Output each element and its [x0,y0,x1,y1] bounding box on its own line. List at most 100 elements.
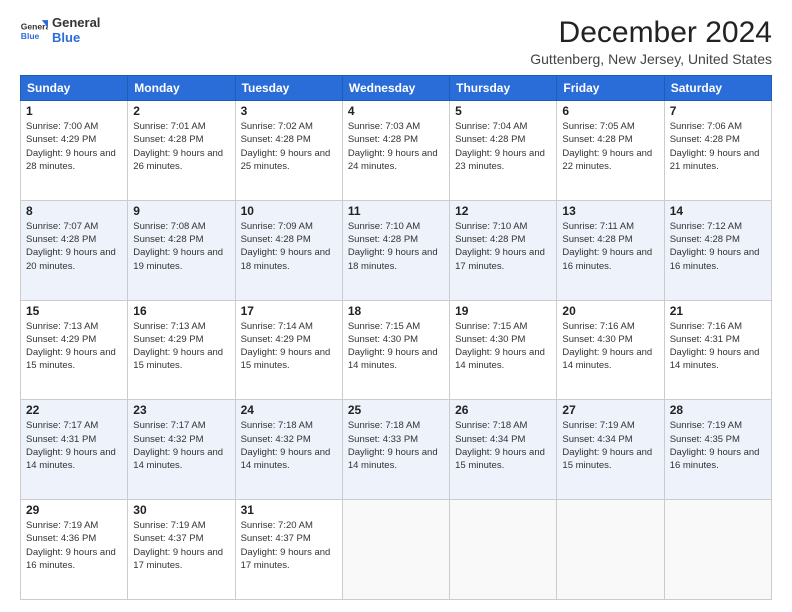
calendar-cell: 11Sunrise: 7:10 AMSunset: 4:28 PMDayligh… [342,200,449,300]
calendar-cell: 17Sunrise: 7:14 AMSunset: 4:29 PMDayligh… [235,300,342,400]
day-info: Sunrise: 7:20 AMSunset: 4:37 PMDaylight:… [241,519,337,572]
day-info: Sunrise: 7:17 AMSunset: 4:32 PMDaylight:… [133,419,229,472]
day-number: 1 [26,104,122,118]
calendar-header-row: SundayMondayTuesdayWednesdayThursdayFrid… [21,76,772,101]
calendar-week-1: 1 Sunrise: 7:00 AMSunset: 4:29 PMDaylight… [21,101,772,201]
page-title: December 2024 [530,16,772,49]
calendar-cell: 28 Sunrise: 7:19 AMSunset: 4:35 PMDayligh… [664,400,771,500]
day-number: 30 [133,503,229,517]
calendar-cell: 30 Sunrise: 7:19 AMSunset: 4:37 PMDayligh… [128,500,235,600]
day-number: 15 [26,304,122,318]
day-number: 31 [241,503,337,517]
day-number: 10 [241,204,337,218]
calendar-cell: 26 Sunrise: 7:18 AMSunset: 4:34 PMDayligh… [450,400,557,500]
day-info: Sunrise: 7:18 AMSunset: 4:34 PMDaylight:… [455,419,551,472]
day-number: 24 [241,403,337,417]
calendar-table: SundayMondayTuesdayWednesdayThursdayFrid… [20,75,772,600]
day-info: Sunrise: 7:05 AMSunset: 4:28 PMDaylight:… [562,120,658,173]
page-subtitle: Guttenberg, New Jersey, United States [530,51,772,67]
day-info: Sunrise: 7:18 AMSunset: 4:32 PMDaylight:… [241,419,337,472]
day-number: 12 [455,204,551,218]
day-info: Sunrise: 7:11 AMSunset: 4:28 PMDaylight:… [562,220,658,273]
logo-general: General [52,16,100,31]
calendar-cell: 31 Sunrise: 7:20 AMSunset: 4:37 PMDayligh… [235,500,342,600]
day-info: Sunrise: 7:09 AMSunset: 4:28 PMDaylight:… [241,220,337,273]
day-number: 23 [133,403,229,417]
day-info: Sunrise: 7:03 AMSunset: 4:28 PMDaylight:… [348,120,444,173]
title-block: December 2024 Guttenberg, New Jersey, Un… [530,16,772,67]
calendar-week-4: 22Sunrise: 7:17 AMSunset: 4:31 PMDayligh… [21,400,772,500]
calendar-cell: 24 Sunrise: 7:18 AMSunset: 4:32 PMDayligh… [235,400,342,500]
calendar-week-5: 29 Sunrise: 7:19 AMSunset: 4:36 PMDayligh… [21,500,772,600]
weekday-header-sunday: Sunday [21,76,128,101]
header: General Blue General Blue December 2024 … [20,16,772,67]
calendar-cell: 27Sunrise: 7:19 AMSunset: 4:34 PMDayligh… [557,400,664,500]
day-info: Sunrise: 7:04 AMSunset: 4:28 PMDaylight:… [455,120,551,173]
day-info: Sunrise: 7:06 AMSunset: 4:28 PMDaylight:… [670,120,766,173]
calendar-cell: 5Sunrise: 7:04 AMSunset: 4:28 PMDaylight… [450,101,557,201]
day-info: Sunrise: 7:14 AMSunset: 4:29 PMDaylight:… [241,320,337,373]
calendar-cell: 7Sunrise: 7:06 AMSunset: 4:28 PMDaylight… [664,101,771,201]
day-info: Sunrise: 7:01 AMSunset: 4:28 PMDaylight:… [133,120,229,173]
calendar-cell: 6 Sunrise: 7:05 AMSunset: 4:28 PMDaylight… [557,101,664,201]
logo-icon: General Blue [20,17,48,45]
day-number: 26 [455,403,551,417]
calendar-cell: 2Sunrise: 7:01 AMSunset: 4:28 PMDaylight… [128,101,235,201]
weekday-header-thursday: Thursday [450,76,557,101]
calendar-cell: 23 Sunrise: 7:17 AMSunset: 4:32 PMDayligh… [128,400,235,500]
calendar-cell [450,500,557,600]
day-info: Sunrise: 7:00 AMSunset: 4:29 PMDaylight:… [26,120,122,173]
svg-text:Blue: Blue [21,31,40,41]
calendar-cell: 10 Sunrise: 7:09 AMSunset: 4:28 PMDayligh… [235,200,342,300]
weekday-header-monday: Monday [128,76,235,101]
day-info: Sunrise: 7:13 AMSunset: 4:29 PMDaylight:… [133,320,229,373]
calendar-cell: 14Sunrise: 7:12 AMSunset: 4:28 PMDayligh… [664,200,771,300]
day-info: Sunrise: 7:15 AMSunset: 4:30 PMDaylight:… [455,320,551,373]
calendar-cell: 12 Sunrise: 7:10 AMSunset: 4:28 PMDayligh… [450,200,557,300]
calendar-cell: 8Sunrise: 7:07 AMSunset: 4:28 PMDaylight… [21,200,128,300]
day-number: 6 [562,104,658,118]
calendar-cell: 16Sunrise: 7:13 AMSunset: 4:29 PMDayligh… [128,300,235,400]
day-number: 9 [133,204,229,218]
calendar-cell: 19 Sunrise: 7:15 AMSunset: 4:30 PMDayligh… [450,300,557,400]
calendar-cell: 29 Sunrise: 7:19 AMSunset: 4:36 PMDayligh… [21,500,128,600]
day-info: Sunrise: 7:15 AMSunset: 4:30 PMDaylight:… [348,320,444,373]
weekday-header-friday: Friday [557,76,664,101]
calendar-cell: 22Sunrise: 7:17 AMSunset: 4:31 PMDayligh… [21,400,128,500]
day-number: 11 [348,204,444,218]
day-info: Sunrise: 7:18 AMSunset: 4:33 PMDaylight:… [348,419,444,472]
day-info: Sunrise: 7:19 AMSunset: 4:35 PMDaylight:… [670,419,766,472]
calendar-cell: 20 Sunrise: 7:16 AMSunset: 4:30 PMDayligh… [557,300,664,400]
logo-blue: Blue [52,31,100,46]
day-info: Sunrise: 7:19 AMSunset: 4:37 PMDaylight:… [133,519,229,572]
calendar-cell: 4Sunrise: 7:03 AMSunset: 4:28 PMDaylight… [342,101,449,201]
day-number: 28 [670,403,766,417]
day-number: 29 [26,503,122,517]
day-info: Sunrise: 7:16 AMSunset: 4:30 PMDaylight:… [562,320,658,373]
day-number: 22 [26,403,122,417]
calendar-week-2: 8Sunrise: 7:07 AMSunset: 4:28 PMDaylight… [21,200,772,300]
calendar-cell: 9 Sunrise: 7:08 AMSunset: 4:28 PMDaylight… [128,200,235,300]
calendar-cell: 3Sunrise: 7:02 AMSunset: 4:28 PMDaylight… [235,101,342,201]
day-number: 25 [348,403,444,417]
day-number: 8 [26,204,122,218]
page: General Blue General Blue December 2024 … [0,0,792,612]
day-number: 20 [562,304,658,318]
day-info: Sunrise: 7:08 AMSunset: 4:28 PMDaylight:… [133,220,229,273]
weekday-header-saturday: Saturday [664,76,771,101]
day-info: Sunrise: 7:02 AMSunset: 4:28 PMDaylight:… [241,120,337,173]
day-info: Sunrise: 7:19 AMSunset: 4:36 PMDaylight:… [26,519,122,572]
day-number: 18 [348,304,444,318]
calendar-cell: 21Sunrise: 7:16 AMSunset: 4:31 PMDayligh… [664,300,771,400]
weekday-header-tuesday: Tuesday [235,76,342,101]
calendar-cell: 25 Sunrise: 7:18 AMSunset: 4:33 PMDayligh… [342,400,449,500]
svg-text:General: General [21,21,48,31]
calendar-cell: 1 Sunrise: 7:00 AMSunset: 4:29 PMDaylight… [21,101,128,201]
weekday-header-wednesday: Wednesday [342,76,449,101]
day-number: 19 [455,304,551,318]
calendar-cell [664,500,771,600]
calendar-cell [342,500,449,600]
logo: General Blue General Blue [20,16,100,46]
day-info: Sunrise: 7:10 AMSunset: 4:28 PMDaylight:… [455,220,551,273]
day-info: Sunrise: 7:19 AMSunset: 4:34 PMDaylight:… [562,419,658,472]
